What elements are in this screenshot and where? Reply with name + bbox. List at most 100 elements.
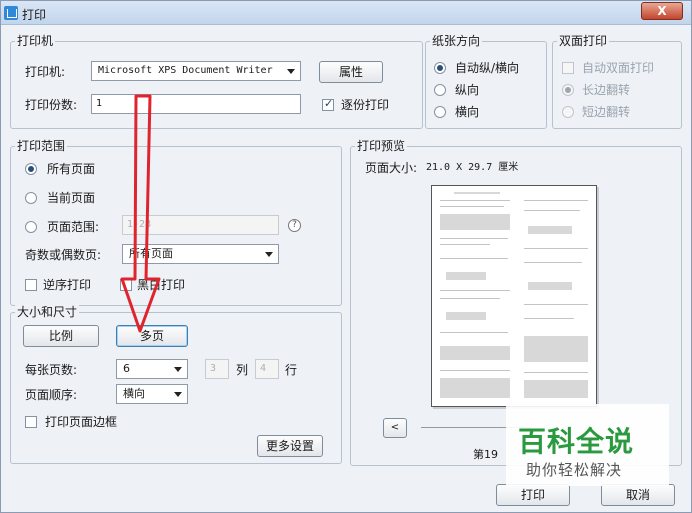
orientation-legend: 纸张方向 [430, 34, 483, 48]
odd-even-label: 奇数或偶数页: [25, 248, 102, 262]
preview-content [440, 200, 510, 201]
reverse-order-checkbox[interactable] [25, 279, 37, 291]
grayscale-label: 黑白打印 [137, 278, 186, 292]
page-range-label: 页面范围: [47, 220, 100, 234]
preview-content [440, 214, 510, 230]
preview-content [528, 282, 572, 290]
preview-content [446, 272, 486, 280]
orientation-landscape-label: 横向 [455, 105, 480, 119]
preview-content [446, 312, 486, 320]
odd-even-select[interactable]: 所有页面 [122, 244, 279, 264]
print-button[interactable]: 打印 [496, 484, 570, 506]
close-button[interactable]: X [641, 2, 683, 20]
cancel-button[interactable]: 取消 [601, 484, 675, 506]
preview-content [440, 378, 510, 398]
watermark-title: 百科全说 [518, 425, 635, 458]
page-range-input[interactable]: 1-28 [122, 215, 279, 235]
print-range-legend: 打印范围 [15, 139, 68, 153]
page-range-radio[interactable] [25, 221, 37, 233]
collate-checkbox[interactable] [322, 97, 334, 111]
all-pages-radio[interactable] [25, 163, 37, 175]
print-preview-page [431, 185, 597, 407]
preview-content [528, 226, 572, 234]
collate-label: 逐份打印 [341, 98, 390, 112]
preview-content [524, 336, 588, 362]
preview-legend: 打印预览 [355, 139, 408, 153]
duplex-short-edge-label: 短边翻转 [582, 105, 631, 119]
properties-button[interactable]: 属性 [319, 61, 383, 83]
preview-content [440, 258, 508, 259]
orientation-portrait-radio[interactable] [434, 84, 446, 96]
chevron-down-icon [287, 69, 295, 74]
preview-content [440, 298, 500, 299]
chevron-down-icon [265, 252, 273, 257]
duplex-short-edge-radio[interactable] [562, 106, 574, 118]
multi-page-button[interactable]: 多页 [116, 325, 188, 347]
watermark-logo: 百科全说 助你轻松解决 [506, 404, 669, 486]
window-title: 打印 [22, 8, 47, 22]
rows-input[interactable]: 4 [255, 359, 279, 379]
more-settings-button[interactable]: 更多设置 [257, 435, 323, 457]
duplex-long-edge-label: 长边翻转 [582, 83, 631, 97]
odd-even-select-value: 所有页面 [129, 247, 173, 260]
pages-per-sheet-label: 每张页数: [25, 363, 78, 377]
printer-label: 打印机: [25, 65, 66, 79]
orientation-auto-label: 自动纵/横向 [455, 61, 520, 75]
page-order-value: 横向 [123, 387, 145, 400]
preview-content [524, 304, 588, 305]
watermark-subtitle: 助你轻松解决 [526, 461, 623, 479]
grayscale-checkbox[interactable] [120, 279, 132, 291]
columns-input[interactable]: 3 [205, 359, 229, 379]
preview-content [440, 244, 490, 245]
preview-prev-button[interactable]: < [383, 418, 407, 438]
printer-legend: 打印机 [15, 34, 56, 48]
printer-app-icon [4, 6, 18, 20]
duplex-checkbox[interactable] [562, 62, 574, 74]
rows-label: 行 [285, 363, 298, 377]
paper-size-label: 页面大小: [365, 161, 418, 175]
current-page-label: 当前页面 [47, 191, 96, 205]
printer-select[interactable]: Microsoft XPS Document Writer [91, 61, 301, 81]
scale-button[interactable]: 比例 [23, 325, 99, 347]
preview-content [440, 206, 504, 207]
duplex-label: 自动双面打印 [582, 61, 655, 75]
pages-per-sheet-select[interactable]: 6 [116, 359, 188, 379]
preview-content [524, 262, 582, 263]
all-pages-label: 所有页面 [47, 162, 96, 176]
preview-content [454, 192, 500, 194]
preview-content [440, 238, 508, 239]
preview-content [524, 248, 588, 249]
preview-content [440, 290, 510, 291]
preview-content [440, 346, 510, 360]
reverse-order-label: 逆序打印 [43, 278, 92, 292]
preview-content [524, 318, 574, 319]
pages-per-sheet-value: 6 [123, 362, 130, 375]
duplex-legend: 双面打印 [557, 34, 610, 48]
orientation-portrait-label: 纵向 [455, 83, 480, 97]
preview-content [524, 372, 588, 373]
page-order-select[interactable]: 横向 [116, 384, 188, 404]
title-bar: 打印 X [1, 1, 691, 25]
chevron-down-icon [174, 367, 182, 372]
print-dialog: 打印 X 打印机 打印机: Microsoft XPS Document Wri… [0, 0, 692, 513]
preview-content [440, 370, 510, 371]
preview-page-status: 第19 [473, 448, 498, 461]
current-page-radio[interactable] [25, 192, 37, 204]
copies-label: 打印份数: [25, 98, 78, 112]
page-border-checkbox[interactable] [25, 416, 37, 428]
preview-content [440, 332, 508, 333]
printer-group: 打印机 [10, 34, 423, 129]
orientation-auto-radio[interactable] [434, 62, 446, 74]
copies-input[interactable]: 1 [91, 94, 301, 114]
help-icon[interactable]: ? [288, 219, 301, 232]
duplex-long-edge-radio[interactable] [562, 84, 574, 96]
paper-size-value: 21.0 X 29.7 厘米 [426, 162, 519, 173]
printer-select-value: Microsoft XPS Document Writer [98, 65, 273, 76]
chevron-down-icon [174, 392, 182, 397]
preview-content [524, 380, 588, 398]
preview-content [524, 200, 588, 201]
page-border-label: 打印页面边框 [45, 415, 118, 429]
orientation-landscape-radio[interactable] [434, 106, 446, 118]
preview-content [524, 210, 580, 211]
page-order-label: 页面顺序: [25, 388, 78, 402]
